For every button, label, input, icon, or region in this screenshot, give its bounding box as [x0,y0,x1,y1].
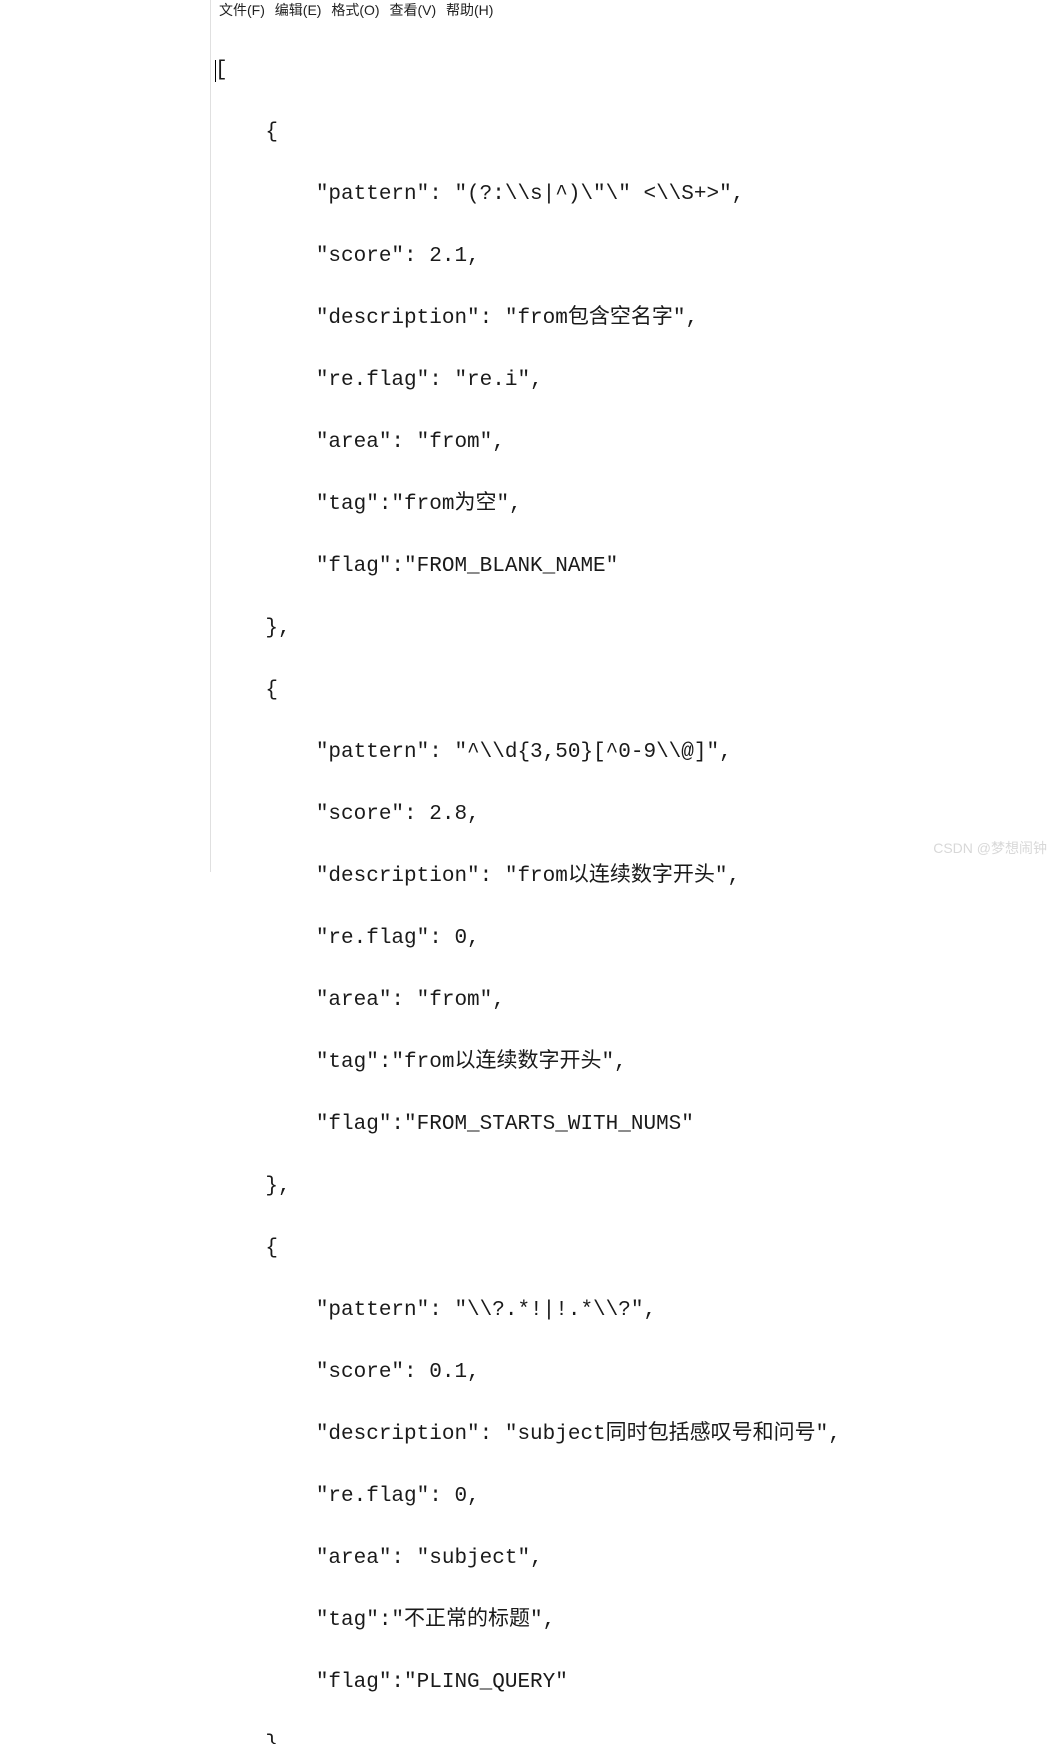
code-line: "description": "from以连续数字开头", [215,861,1057,892]
code-line: "re.flag": "re.i", [215,365,1057,396]
code-line: { [215,1233,1057,1264]
code-line: "pattern": "^\\d{3,50}[^0-9\\@]", [215,737,1057,768]
code-line: [ [215,55,1057,86]
code-line: "area": "from", [215,427,1057,458]
code-text: [ [215,59,228,82]
code-line: "pattern": "\\?.*!|!.*\\?", [215,1295,1057,1326]
code-line: { [215,675,1057,706]
code-line: "pattern": "(?:\\s|^)\"\" <\\S+>", [215,179,1057,210]
code-line: } [215,1729,1057,1744]
menu-help[interactable]: 帮助(H) [446,0,493,20]
code-line: "re.flag": 0, [215,1481,1057,1512]
text-editor-content[interactable]: [ { "pattern": "(?:\\s|^)\"\" <\\S+>", "… [211,20,1057,1744]
left-blank-panel [0,0,210,872]
code-line: "description": "subject同时包括感叹号和问号", [215,1419,1057,1450]
code-line: { [215,117,1057,148]
menu-view[interactable]: 查看(V) [389,0,436,20]
menu-file[interactable]: 文件(F) [219,0,265,20]
code-line: }, [215,613,1057,644]
code-line: "flag":"FROM_BLANK_NAME" [215,551,1057,582]
code-line: "area": "subject", [215,1543,1057,1574]
editor-area: 文件(F) 编辑(E) 格式(O) 查看(V) 帮助(H) [ { "patte… [210,0,1057,872]
code-line: "flag":"FROM_STARTS_WITH_NUMS" [215,1109,1057,1140]
code-line: "tag":"from为空", [215,489,1057,520]
code-line: "tag":"不正常的标题", [215,1605,1057,1636]
code-line: "description": "from包含空名字", [215,303,1057,334]
code-line: "score": 2.8, [215,799,1057,830]
code-line: }, [215,1171,1057,1202]
code-line: "tag":"from以连续数字开头", [215,1047,1057,1078]
code-line: "score": 0.1, [215,1357,1057,1388]
code-line: "area": "from", [215,985,1057,1016]
code-line: "score": 2.1, [215,241,1057,272]
watermark: CSDN @梦想闹钟 [933,838,1047,858]
menu-edit[interactable]: 编辑(E) [275,0,322,20]
menu-format[interactable]: 格式(O) [331,0,379,20]
code-line: "re.flag": 0, [215,923,1057,954]
menu-bar: 文件(F) 编辑(E) 格式(O) 查看(V) 帮助(H) [211,0,1057,20]
code-line: "flag":"PLING_QUERY" [215,1667,1057,1698]
